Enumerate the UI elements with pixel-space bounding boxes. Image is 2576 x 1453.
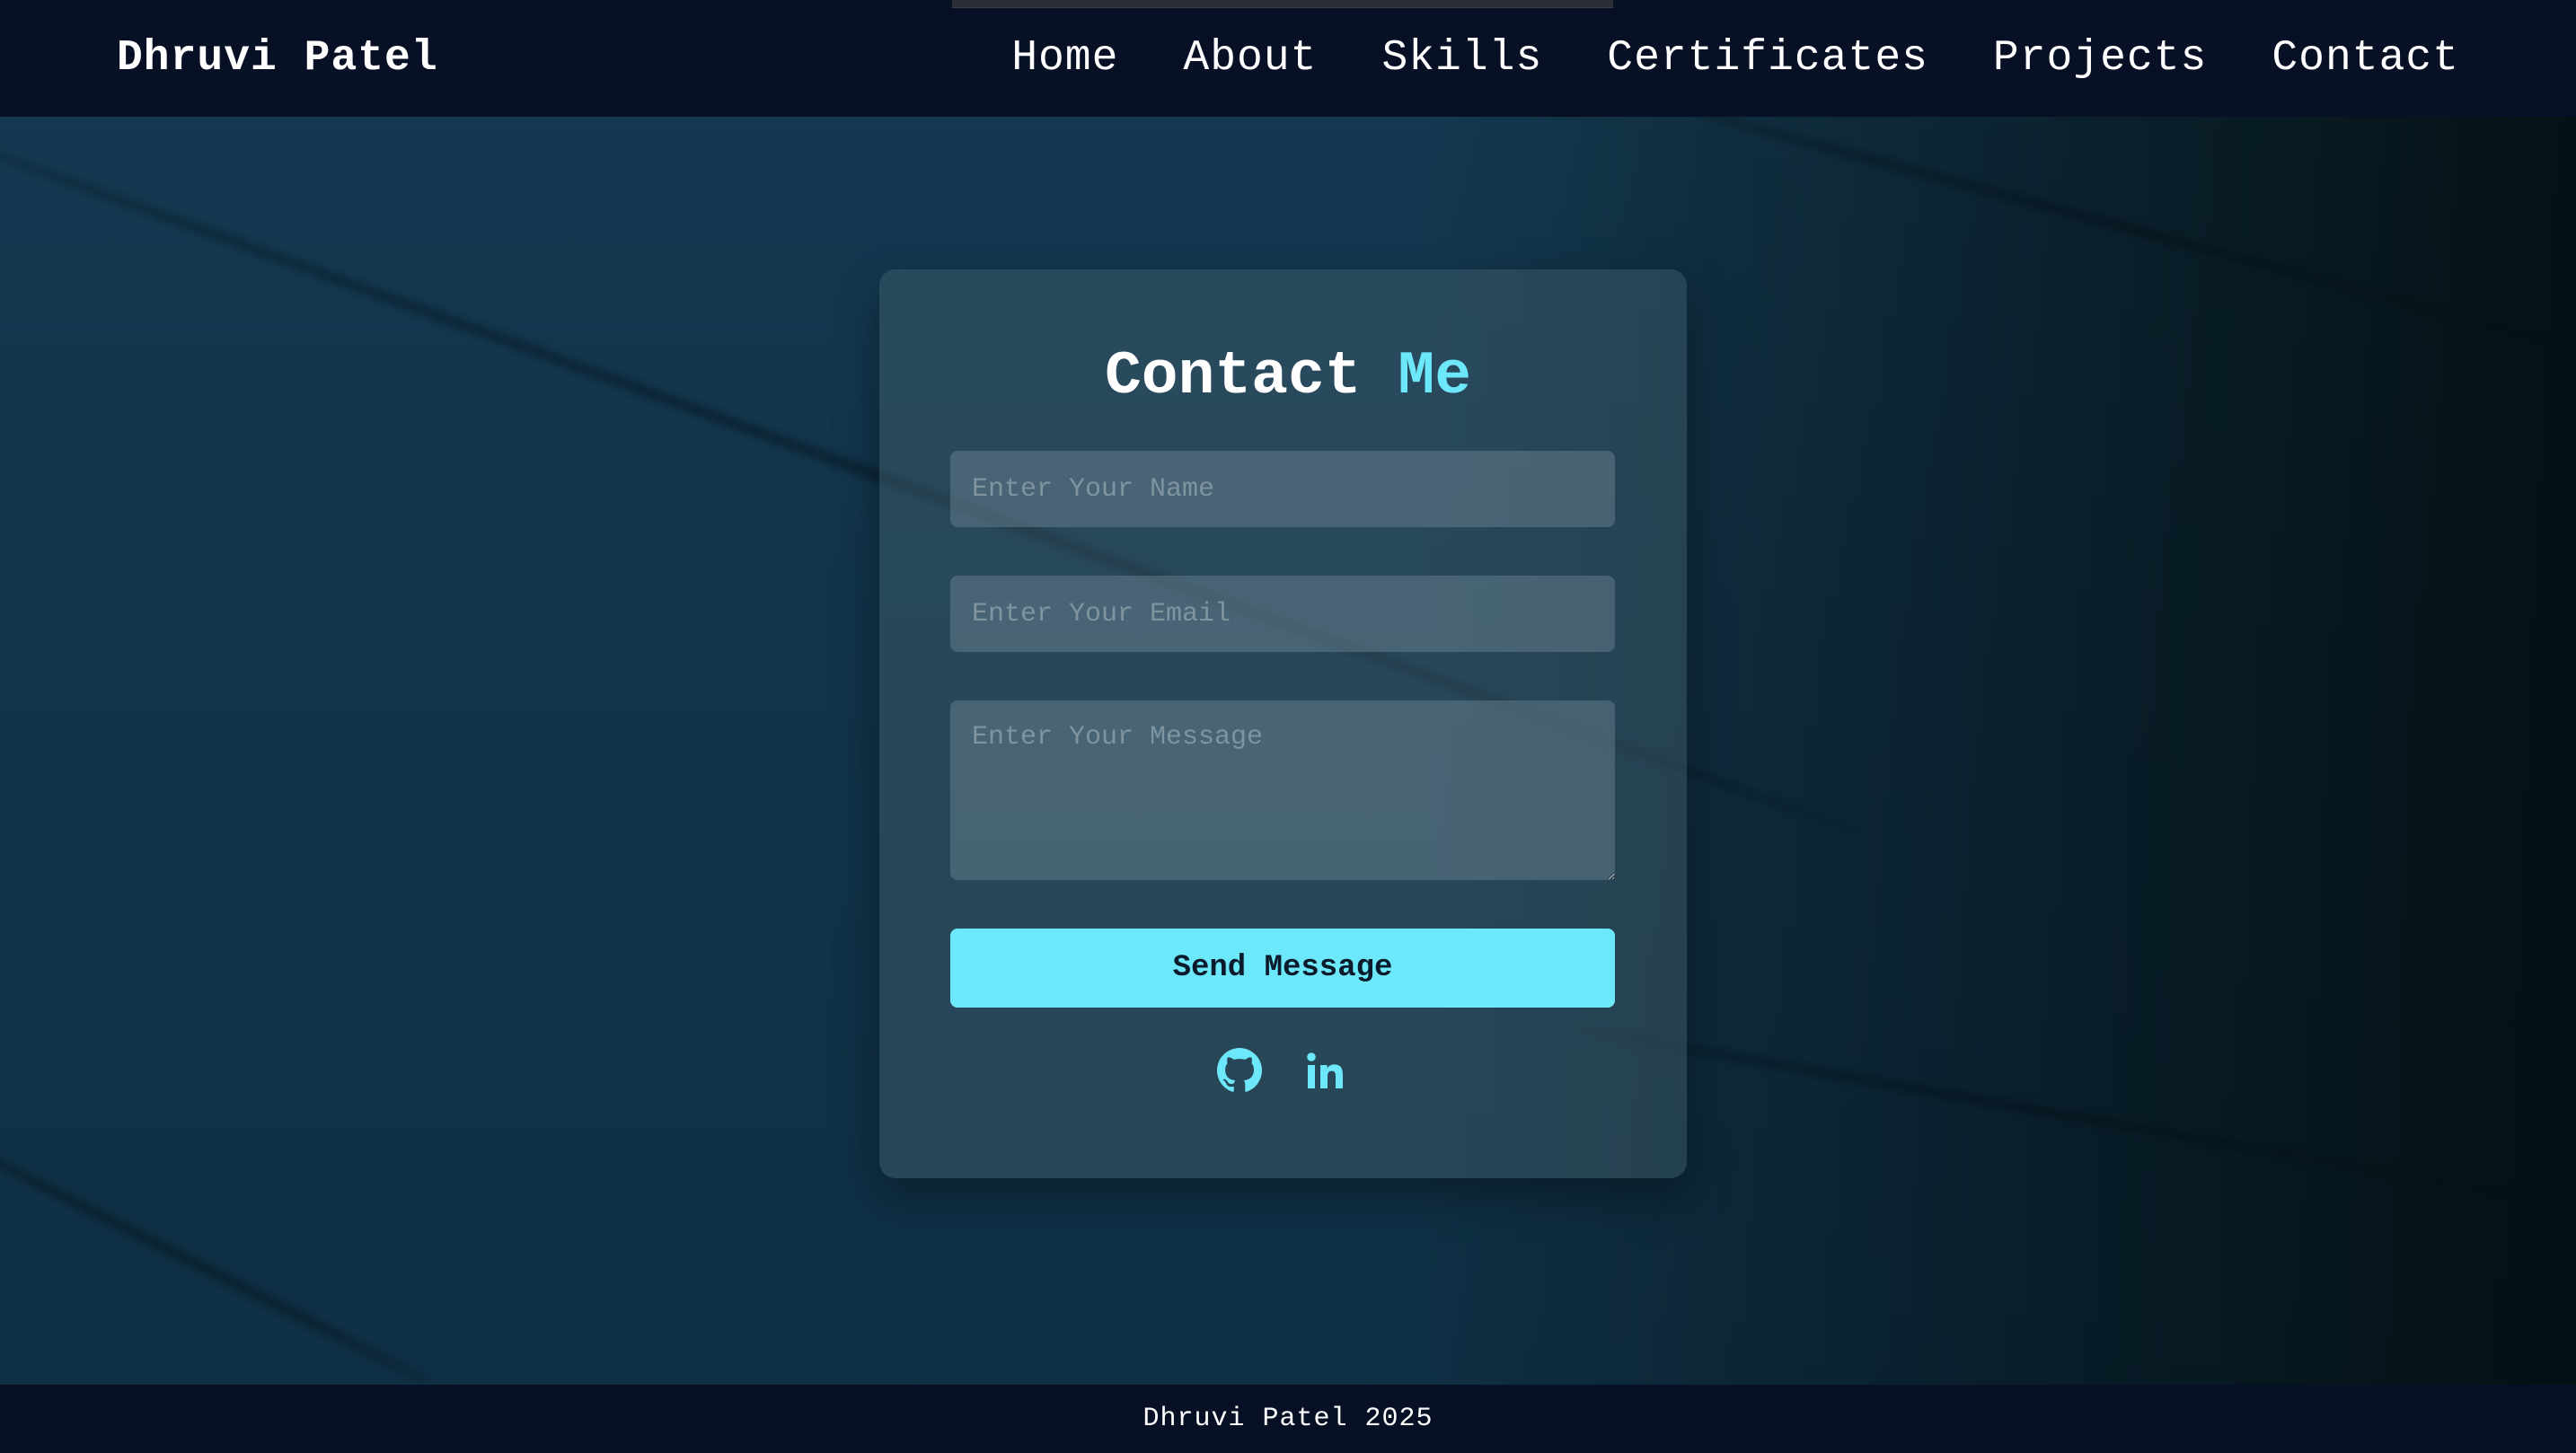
contact-title-accent: Me xyxy=(1398,342,1472,411)
linkedin-link[interactable] xyxy=(1301,1045,1351,1096)
github-icon xyxy=(1217,1048,1262,1092)
contact-title-main: Contact xyxy=(1104,342,1362,411)
footer-text: Dhruvi Patel 2025 xyxy=(1142,1404,1434,1434)
navbar: Dhruvi Patel Home About Skills Certifica… xyxy=(0,0,2576,117)
send-message-button[interactable]: Send Message xyxy=(950,929,1615,1008)
name-input[interactable] xyxy=(950,451,1615,527)
email-input[interactable] xyxy=(950,576,1615,652)
contact-title: Contact Me xyxy=(0,332,2576,422)
footer: Dhruvi Patel 2025 xyxy=(0,1385,2576,1453)
nav-link-about[interactable]: About xyxy=(1183,34,1317,83)
nav-link-skills[interactable]: Skills xyxy=(1381,34,1542,83)
nav-link-projects[interactable]: Projects xyxy=(1993,34,2207,83)
browser-address-bar-edge xyxy=(952,0,1613,8)
github-link[interactable] xyxy=(1214,1045,1265,1096)
linkedin-icon xyxy=(1307,1052,1343,1088)
site-brand[interactable]: Dhruvi Patel xyxy=(117,34,438,83)
nav-link-certificates[interactable]: Certificates xyxy=(1607,34,1928,83)
nav-link-contact[interactable]: Contact xyxy=(2272,34,2459,83)
background-streak xyxy=(1571,1024,2576,1220)
nav-link-home[interactable]: Home xyxy=(1011,34,1118,83)
message-textarea[interactable] xyxy=(950,700,1615,880)
nav-links: Home About Skills Certificates Projects … xyxy=(1011,34,2459,83)
background-streak xyxy=(0,1114,433,1387)
